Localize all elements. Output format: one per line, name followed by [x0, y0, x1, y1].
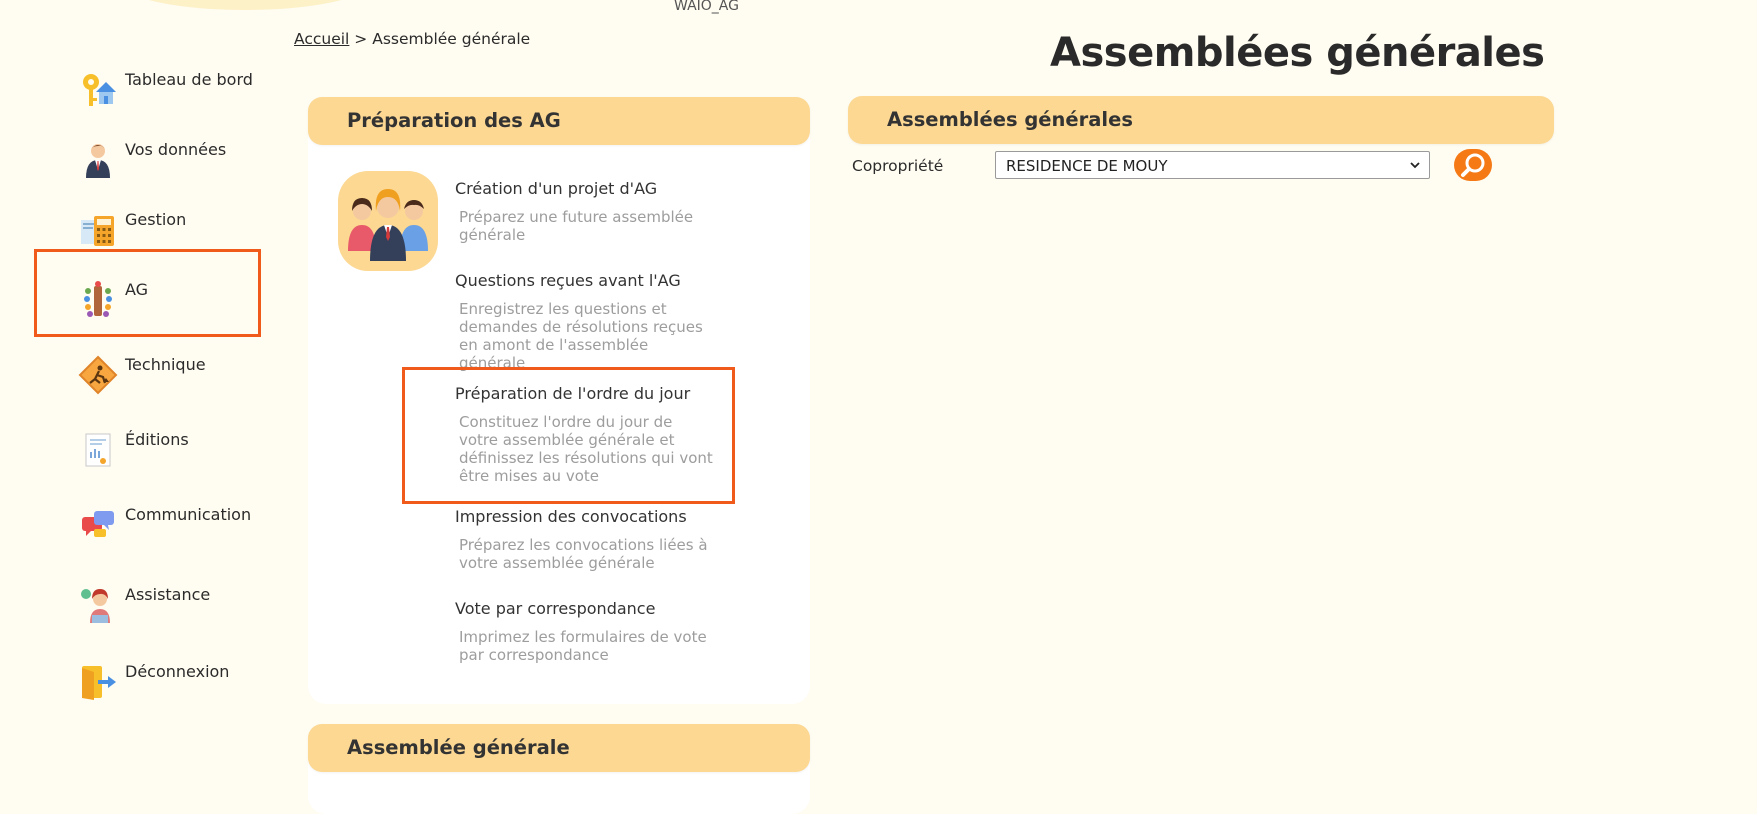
highlight-ag [34, 249, 261, 337]
sidebar-item-deconnexion[interactable]: Déconnexion [78, 662, 288, 710]
menu-entry-title: Création d'un projet d'AG [455, 179, 658, 198]
copropriete-select[interactable]: RESIDENCE DE MOUY [995, 151, 1430, 179]
person-icon [86, 144, 110, 178]
sidebar-item-label: Assistance [125, 585, 211, 604]
menu-entry-creation-projet[interactable]: Création d'un projet d'AG Préparez une f… [455, 179, 725, 244]
breadcrumb-current: Assemblée générale [372, 30, 531, 48]
sidebar-item-label: Éditions [125, 430, 189, 449]
chat-bubbles-icon [82, 511, 114, 537]
menu-entry-description: Préparez les convocations liées à votre … [459, 536, 708, 572]
chevron-down-icon [1410, 162, 1420, 169]
magnifier-icon [1461, 153, 1485, 177]
sidebar-item-label: Déconnexion [125, 662, 230, 681]
sidebar-item-label: Gestion [125, 210, 187, 229]
menu-entry-title: Impression des convocations [455, 507, 687, 526]
breadcrumb-home-link[interactable]: Accueil [294, 30, 349, 48]
group-people-icon [338, 171, 438, 271]
copropriete-selected-value: RESIDENCE DE MOUY [1006, 157, 1168, 175]
menu-entry-description: Enregistrez les questions et demandes de… [459, 300, 703, 372]
menu-entry-title: Vote par correspondance [455, 599, 656, 618]
menu-entry-title: Questions reçues avant l'AG [455, 271, 681, 290]
search-card-title: Assemblées générales [887, 108, 1133, 131]
ag-card-header: Assemblée générale [308, 724, 810, 772]
breadcrumb-separator: > [354, 30, 368, 48]
sidebar-item-assistance[interactable]: Assistance [78, 585, 288, 633]
sidebar: Tableau de bord Vos données Gestion AG T… [0, 0, 290, 797]
app-code: WAIO_AG [674, 0, 739, 14]
sidebar-item-technique[interactable]: Technique [78, 355, 288, 403]
menu-entry-description: Imprimez les formulaires de vote par cor… [459, 628, 707, 664]
search-card: Assemblées générales [848, 96, 1554, 144]
ag-card: Assemblée générale [308, 724, 810, 814]
menu-entry-vote-correspondance[interactable]: Vote par correspondance Imprimez les for… [455, 599, 725, 664]
search-card-header: Assemblées générales [848, 96, 1554, 144]
support-agent-icon [81, 589, 110, 623]
sidebar-item-dashboard[interactable]: Tableau de bord [78, 70, 288, 118]
sidebar-item-label: Communication [125, 505, 252, 524]
search-button[interactable] [1454, 149, 1492, 181]
dashboard-key-house-icon [83, 74, 116, 106]
sidebar-item-label: Tableau de bord [125, 70, 253, 89]
report-document-icon [85, 433, 111, 467]
menu-entry-description: Préparez une future assemblée générale [459, 208, 694, 244]
menu-entry-questions-recues[interactable]: Questions reçues avant l'AG Enregistrez … [455, 271, 725, 372]
calculator-icon [81, 216, 114, 246]
sidebar-item-label: Technique [125, 355, 206, 374]
highlight-ordre-du-jour [402, 367, 735, 504]
page-title: Assemblées générales [1050, 30, 1545, 76]
sidebar-item-editions[interactable]: Éditions [78, 430, 288, 478]
menu-entry-impression-convocations[interactable]: Impression des convocations Préparez les… [455, 507, 725, 572]
ag-card-title: Assemblée générale [347, 736, 570, 759]
sidebar-item-label: Vos données [125, 140, 227, 159]
sidebar-item-communication[interactable]: Communication [78, 505, 288, 553]
worker-sign-icon [78, 355, 118, 395]
sidebar-item-vos-donnees[interactable]: Vos données [78, 140, 288, 188]
prep-card-header: Préparation des AG [308, 97, 810, 145]
copropriete-label: Copropriété [852, 157, 944, 175]
breadcrumb: Accueil > Assemblée générale [294, 30, 530, 48]
logout-door-icon [82, 666, 116, 700]
prep-card-title: Préparation des AG [347, 109, 561, 132]
